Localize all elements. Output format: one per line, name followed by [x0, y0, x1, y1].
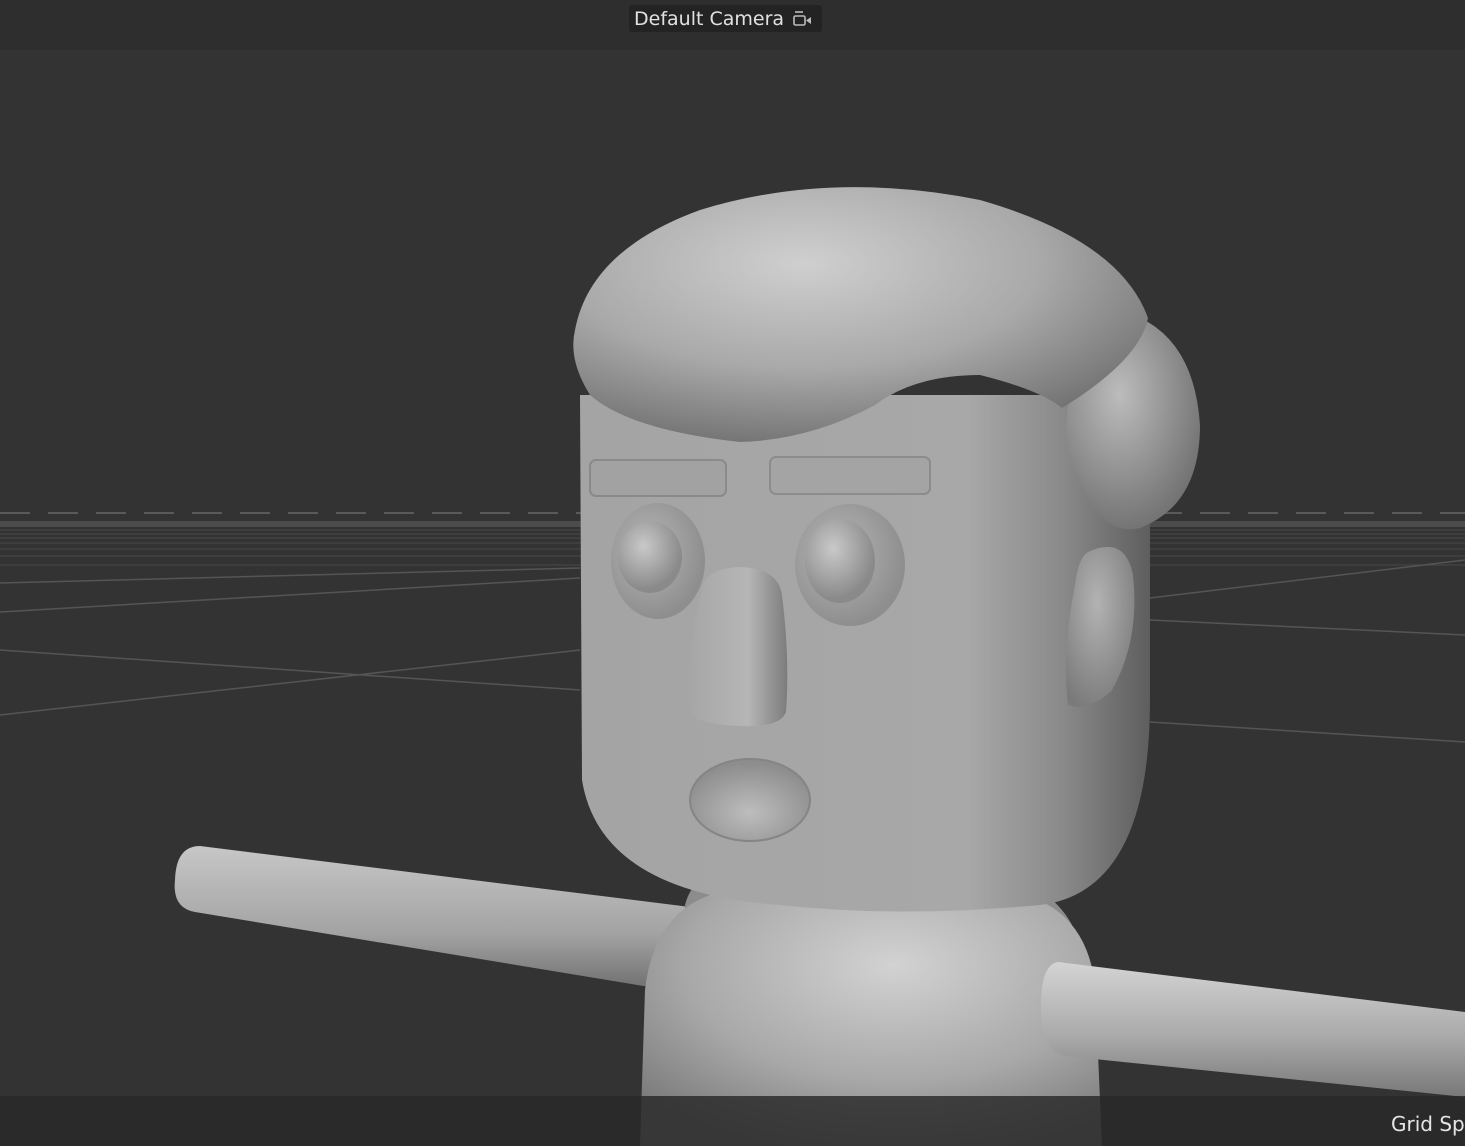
nose	[689, 567, 788, 727]
character-model[interactable]	[174, 187, 1465, 1146]
right-arm[interactable]	[1040, 962, 1465, 1097]
mouth	[689, 758, 811, 842]
camera-view-icon	[793, 10, 812, 26]
camera-selector-button[interactable]: Default Camera	[629, 5, 823, 32]
right-eye	[795, 504, 905, 626]
left-eyebrow	[589, 459, 727, 497]
viewport-header: Default Camera	[0, 0, 1465, 50]
left-eye	[611, 503, 705, 619]
viewport-footer: Grid Sp	[0, 1096, 1465, 1146]
top-hair[interactable]	[573, 187, 1148, 442]
3d-viewport[interactable]	[0, 0, 1465, 1146]
grid-spacing-label: Grid Sp	[1391, 1112, 1465, 1136]
scene[interactable]	[0, 0, 1465, 1146]
camera-label: Default Camera	[634, 7, 785, 30]
left-arm[interactable]	[174, 846, 691, 992]
right-eyebrow	[769, 456, 931, 495]
